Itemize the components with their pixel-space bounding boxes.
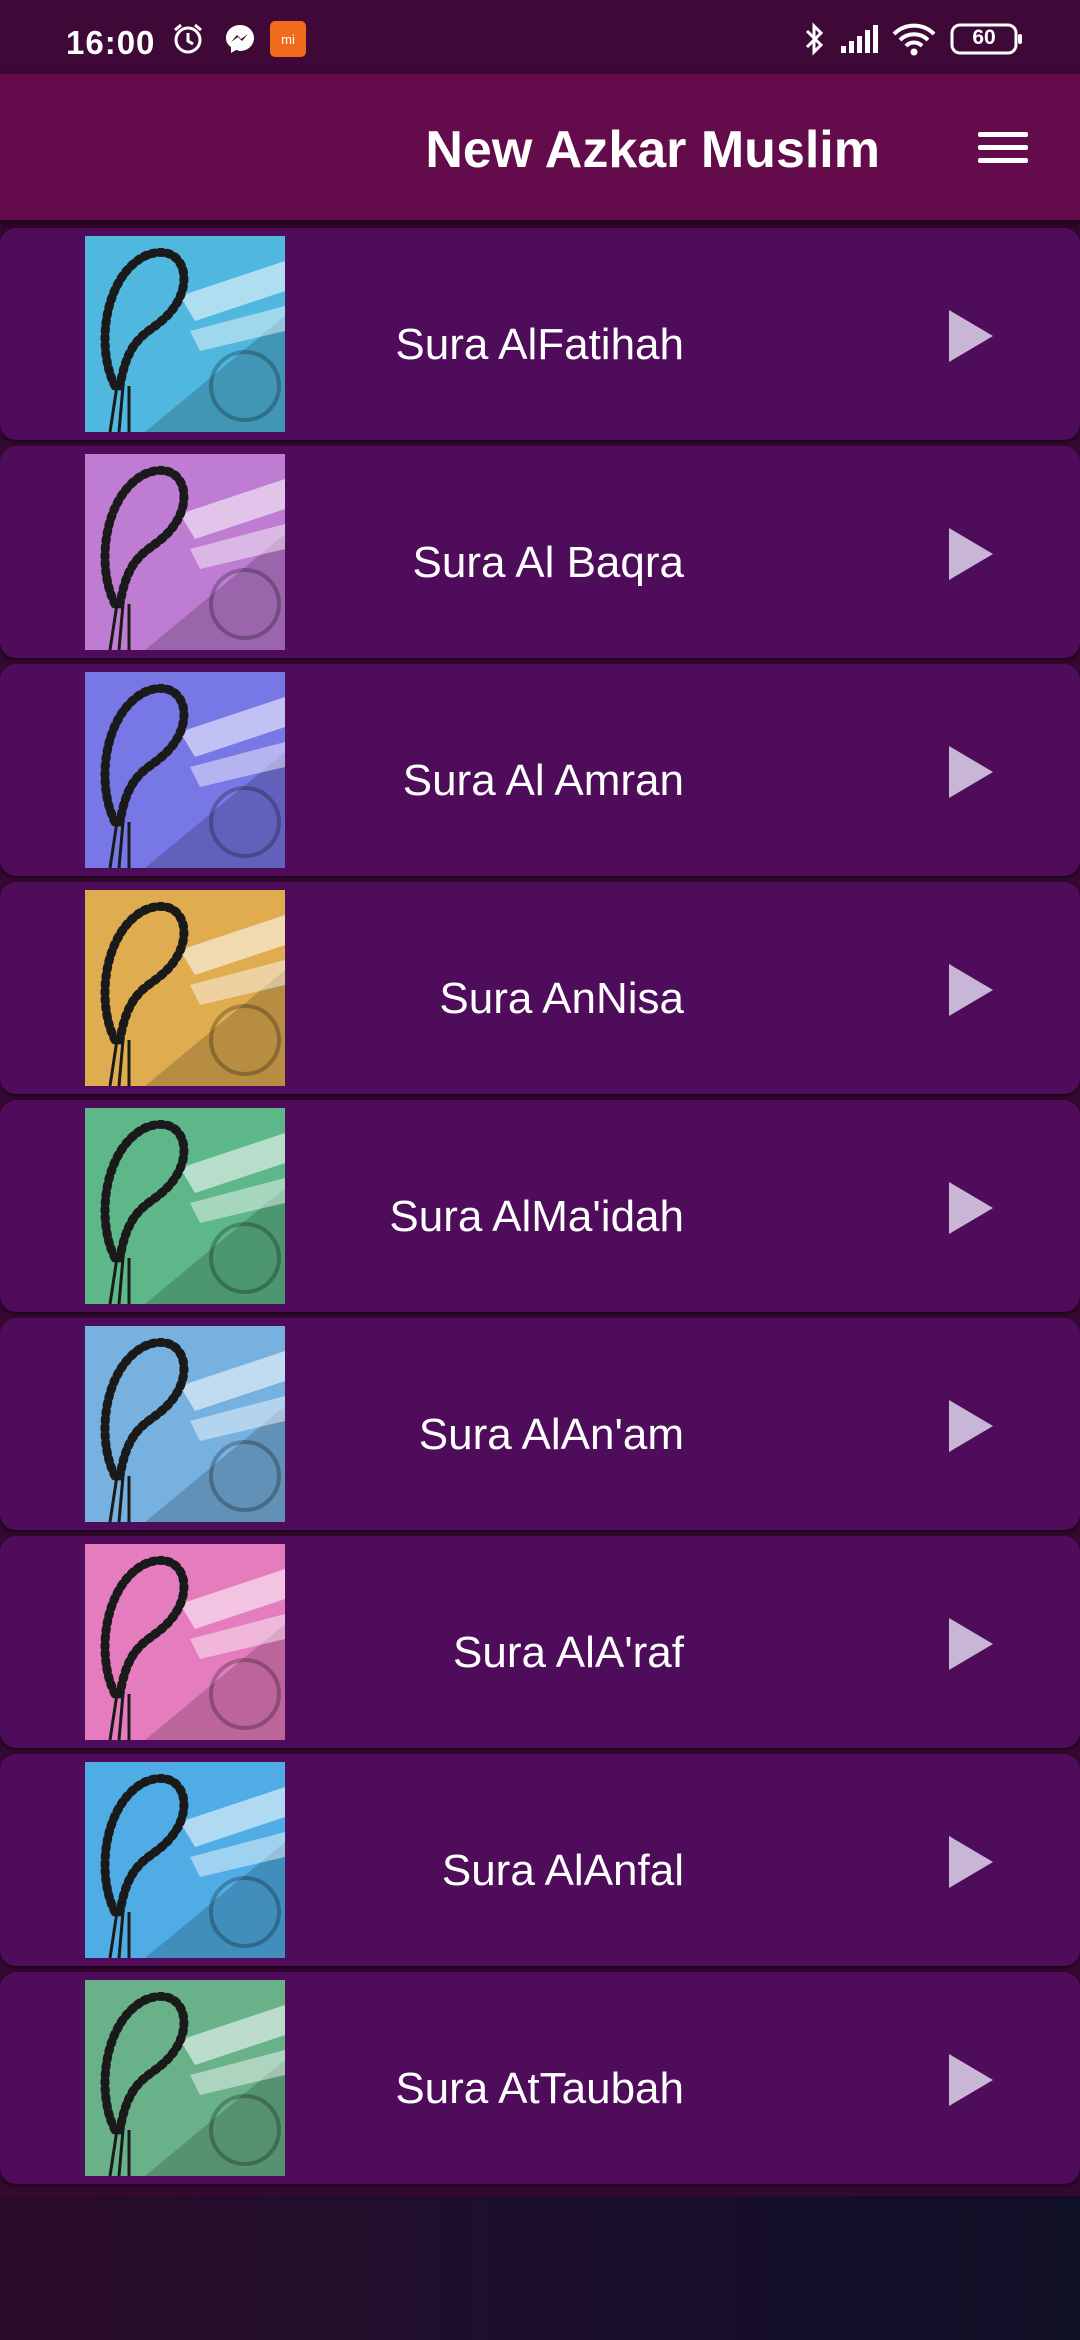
play-icon[interactable]	[945, 744, 997, 800]
list-item[interactable]: Sura Al Baqra	[0, 446, 1080, 658]
status-bar: 16:00 mi 60	[0, 0, 1080, 74]
mi-icon: mi	[270, 21, 306, 57]
bluetooth-icon	[802, 22, 828, 56]
sura-title: Sura AlAnfal	[441, 1846, 684, 1895]
play-icon[interactable]	[945, 962, 997, 1018]
sura-title: Sura AnNisa	[439, 974, 684, 1023]
sura-title: Sura Al Amran	[402, 756, 684, 805]
list-item[interactable]: Sura AlAnfal	[0, 1754, 1080, 1966]
sura-thumbnail	[85, 454, 285, 650]
status-time: 16:00	[66, 24, 156, 61]
sura-thumbnail	[85, 1980, 285, 2176]
list-item[interactable]: Sura AlFatihah	[0, 228, 1080, 440]
sura-title: Sura AlA'raf	[453, 1628, 684, 1677]
sura-title: Sura AlMa'idah	[389, 1192, 684, 1241]
wifi-icon	[892, 22, 936, 56]
sura-thumbnail	[85, 1326, 285, 1522]
battery-icon: 60	[950, 22, 1024, 56]
sura-thumbnail	[85, 1544, 285, 1740]
sura-title: Sura AlFatihah	[395, 320, 684, 369]
app-bar: New Azkar Muslim	[0, 74, 1080, 220]
svg-text:mi: mi	[281, 32, 295, 47]
app-title: New Azkar Muslim	[425, 121, 880, 179]
list-item[interactable]: Sura AlA'raf	[0, 1536, 1080, 1748]
messenger-icon	[222, 22, 258, 56]
hamburger-menu-icon[interactable]	[974, 128, 1032, 168]
play-icon[interactable]	[945, 2052, 997, 2108]
play-icon[interactable]	[945, 1834, 997, 1890]
list-item[interactable]: Sura Al Amran	[0, 664, 1080, 876]
play-icon[interactable]	[945, 1616, 997, 1672]
sura-title: Sura Al Baqra	[412, 538, 685, 587]
bottom-area	[0, 2196, 1080, 2340]
signal-icon	[838, 22, 882, 56]
battery-level: 60	[972, 26, 996, 49]
sura-thumbnail	[85, 672, 285, 868]
play-icon[interactable]	[945, 308, 997, 364]
sura-thumbnail	[85, 890, 285, 1086]
list-item[interactable]: Sura AlAn'am	[0, 1318, 1080, 1530]
play-icon[interactable]	[945, 1398, 997, 1454]
alarm-icon	[170, 22, 206, 56]
sura-title: Sura AtTaubah	[395, 2064, 684, 2113]
play-icon[interactable]	[945, 1180, 997, 1236]
list-item[interactable]: Sura AlMa'idah	[0, 1100, 1080, 1312]
list-item[interactable]: Sura AnNisa	[0, 882, 1080, 1094]
sura-thumbnail	[85, 236, 285, 432]
sura-thumbnail	[85, 1108, 285, 1304]
list-item[interactable]: Sura AtTaubah	[0, 1972, 1080, 2184]
sura-title: Sura AlAn'am	[418, 1410, 684, 1459]
sura-thumbnail	[85, 1762, 285, 1958]
play-icon[interactable]	[945, 526, 997, 582]
